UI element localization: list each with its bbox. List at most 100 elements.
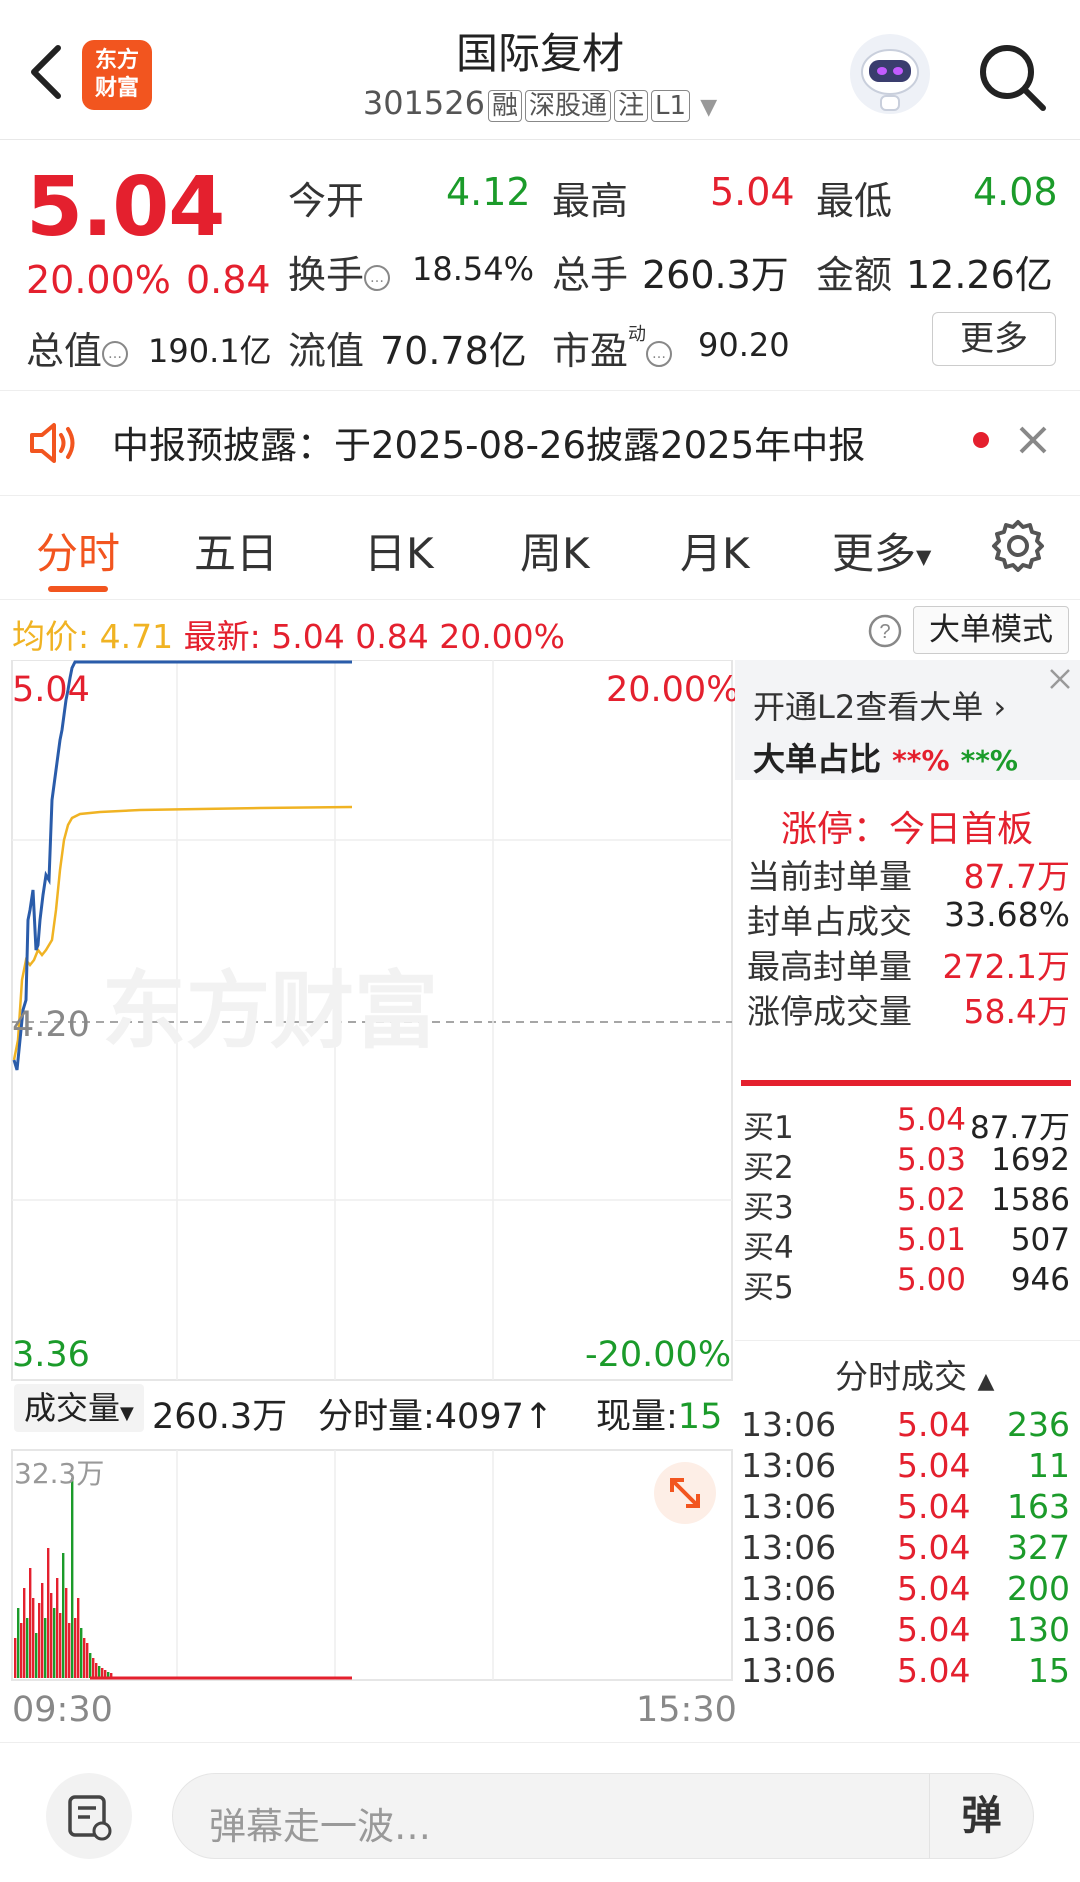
- bid-volume: 946: [1010, 1262, 1070, 1298]
- mktcap-value: 190.1亿: [148, 332, 272, 370]
- tab-more[interactable]: 更多▼: [832, 520, 931, 581]
- bid-price: 5.01: [897, 1222, 967, 1258]
- bid-price: 5.00: [897, 1262, 967, 1298]
- volume-bar: [59, 1613, 62, 1678]
- time-start-label: 09:30: [12, 1690, 113, 1730]
- pe-value: 90.20: [698, 326, 790, 364]
- notice-banner[interactable]: 中报预披露：于2025-08-26披露2025年中报: [0, 390, 1080, 496]
- tick-volume: 分时量:4097↑: [318, 1397, 554, 1437]
- app-header: 东方 财富 国际复材 301526 融深股通注 L1 ▼: [0, 0, 1080, 140]
- volume-bar: [26, 1618, 29, 1678]
- trade-volume: 200: [1007, 1569, 1070, 1608]
- change-percent: 20.00%: [26, 258, 171, 302]
- volume-bar: [80, 1628, 83, 1678]
- current-price: 5.04: [26, 160, 225, 255]
- svg-text:?: ?: [879, 621, 890, 643]
- tab-intraday[interactable]: 分时: [36, 520, 120, 581]
- trade-time: 13:06: [741, 1487, 837, 1526]
- bid-label: 买4: [743, 1230, 794, 1266]
- volume-bar: [50, 1593, 53, 1678]
- bid-volume: 1586: [991, 1182, 1070, 1218]
- high-value: 5.04: [710, 170, 795, 214]
- robot-assistant-icon[interactable]: [845, 30, 935, 118]
- trade-time: 13:06: [741, 1528, 837, 1567]
- trade-volume: 236: [1007, 1405, 1070, 1444]
- tag-connect: 深股通: [525, 90, 612, 122]
- caret-down-icon: ▼: [120, 1403, 134, 1424]
- trade-time: 13:06: [741, 1651, 837, 1690]
- volume-bar: [53, 1608, 56, 1678]
- trade-price: 5.04: [897, 1528, 971, 1567]
- danmu-toggle-button[interactable]: 弹: [929, 1774, 1033, 1858]
- latest-label: 最新:: [183, 617, 261, 656]
- l2-promo[interactable]: 开通L2查看大单 › 大单占比 **% **%: [735, 660, 1080, 780]
- search-icon[interactable]: [975, 40, 1050, 115]
- tab-daily-k[interactable]: 日K: [364, 520, 434, 581]
- bid-row[interactable]: 买1 5.04 87.7万: [735, 1102, 1080, 1146]
- volume-bar: [62, 1553, 65, 1678]
- volume-value: 260.3万: [642, 253, 789, 297]
- close-icon[interactable]: [1047, 666, 1073, 692]
- pct-top-label: 20.00%: [606, 670, 740, 710]
- intraday-summary: 均价: 4.71 最新: 5.04 0.84 20.00%: [12, 610, 565, 658]
- volume-bar: [14, 1638, 17, 1678]
- trade-time: 13:06: [741, 1569, 837, 1608]
- info-icon: …: [364, 264, 391, 291]
- danmu-input[interactable]: 弹幕走一波… 弹: [172, 1773, 1034, 1859]
- stat-value: 33.68%: [944, 895, 1070, 934]
- pe-label[interactable]: 市盈动…: [552, 320, 673, 375]
- turnover-label[interactable]: 换手…: [288, 244, 391, 299]
- stat-label: 当前封单量: [747, 857, 912, 896]
- help-icon[interactable]: ?: [868, 614, 902, 648]
- latest-value: 5.04: [271, 617, 345, 656]
- open-value: 4.12: [446, 170, 531, 214]
- big-order-mode-button[interactable]: 大单模式: [913, 606, 1069, 654]
- trade-volume: 163: [1007, 1487, 1070, 1526]
- volume-label: 总手: [552, 253, 629, 297]
- tab-weekly-k[interactable]: 周K: [520, 520, 590, 581]
- intraday-chart[interactable]: 东方财富: [0, 660, 735, 1740]
- tag-level: L1: [651, 90, 691, 122]
- more-quote-button[interactable]: 更多: [932, 312, 1056, 366]
- volume-bar: [17, 1608, 20, 1678]
- open-label: 今开: [288, 179, 365, 223]
- bid-volume: 87.7万: [969, 1110, 1070, 1146]
- avg-value: 4.71: [99, 617, 174, 656]
- tag-margin: 融: [487, 90, 522, 122]
- tab-five-day[interactable]: 五日: [194, 520, 278, 581]
- note-icon: [68, 1795, 112, 1841]
- l2-link[interactable]: 开通L2查看大单 ›: [753, 682, 1006, 728]
- bid-row[interactable]: 买3 5.02 1586: [735, 1182, 1080, 1226]
- mktcap-label[interactable]: 总值…: [26, 320, 129, 375]
- bid-price: 5.03: [897, 1142, 967, 1178]
- volume-bar: [77, 1598, 80, 1678]
- divider-line: [735, 1340, 1080, 1341]
- expand-icon[interactable]: [654, 1462, 716, 1524]
- comment-button[interactable]: [46, 1773, 132, 1859]
- info-icon: …: [646, 340, 673, 367]
- trades-title[interactable]: 分时成交 ▲: [835, 1350, 994, 1398]
- volume-bar: [47, 1548, 50, 1678]
- bid-label: 买2: [743, 1150, 794, 1186]
- price-mid-label: 4.20: [12, 1005, 90, 1045]
- volume-bar: [56, 1578, 59, 1678]
- trade-row: 13:06 5.04 11: [735, 1446, 1080, 1487]
- tab-monthly-k[interactable]: 月K: [680, 520, 750, 581]
- volume-bar: [68, 1623, 71, 1678]
- caret-down-icon: ▼: [916, 544, 932, 569]
- bid-row[interactable]: 买2 5.03 1692: [735, 1142, 1080, 1186]
- stat-value: 58.4万: [963, 992, 1070, 1031]
- stock-code: 301526: [362, 84, 485, 122]
- stat-value: 272.1万: [942, 947, 1070, 986]
- trade-volume: 327: [1007, 1528, 1070, 1567]
- watermark: 东方财富: [102, 964, 438, 1058]
- gear-icon[interactable]: [990, 518, 1046, 574]
- bid-volume: 507: [1010, 1222, 1070, 1258]
- close-icon[interactable]: [1015, 422, 1051, 458]
- float-label: 流值: [288, 329, 365, 373]
- volume-indicator-select[interactable]: 成交量▼: [14, 1384, 144, 1432]
- notice-text: 中报预披露：于2025-08-26披露2025年中报: [112, 424, 866, 467]
- bid-row[interactable]: 买5 5.00 946: [735, 1262, 1080, 1306]
- bid-row[interactable]: 买4 5.01 507: [735, 1222, 1080, 1266]
- latest-change: 0.84: [355, 617, 429, 656]
